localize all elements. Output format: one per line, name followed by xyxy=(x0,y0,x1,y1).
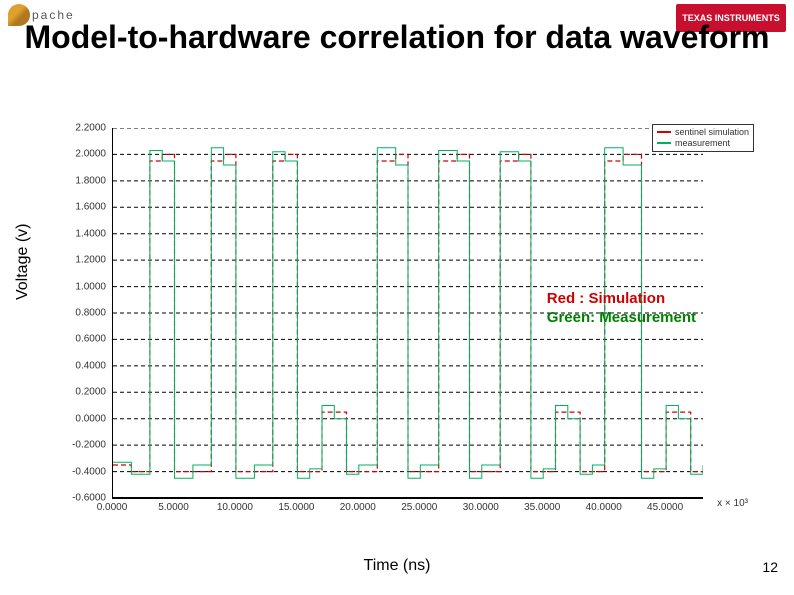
y-ticks: 2.20002.00001.80001.60001.40001.20001.00… xyxy=(56,128,110,498)
legend-row-meas: measurement xyxy=(657,138,749,149)
annotation-red: Red : Simulation xyxy=(547,290,696,309)
chart: 2.20002.00001.80001.60001.40001.20001.00… xyxy=(56,120,756,530)
legend-label-sim: sentinel simulation xyxy=(675,127,749,138)
page-title: Model-to-hardware correlation for data w… xyxy=(0,20,794,55)
chart-legend: sentinel simulation measurement xyxy=(652,124,754,152)
page-number: 12 xyxy=(762,559,778,575)
legend-swatch-red xyxy=(657,131,671,133)
legend-label-meas: measurement xyxy=(675,138,730,149)
x-ticks: 0.00005.000010.000015.000020.000025.0000… xyxy=(112,502,702,522)
legend-row-sim: sentinel simulation xyxy=(657,127,749,138)
slide: pache TEXAS INSTRUMENTS Model-to-hardwar… xyxy=(0,0,794,595)
y-axis-label: Voltage (v) xyxy=(14,224,32,300)
x-axis-label: Time (ns) xyxy=(0,557,794,575)
annotation-box: Red : Simulation Green: Measurement xyxy=(547,290,696,328)
annotation-green: Green: Measurement xyxy=(547,309,696,328)
x-unit-note: x × 10³ xyxy=(717,498,748,509)
legend-swatch-green xyxy=(657,142,671,144)
